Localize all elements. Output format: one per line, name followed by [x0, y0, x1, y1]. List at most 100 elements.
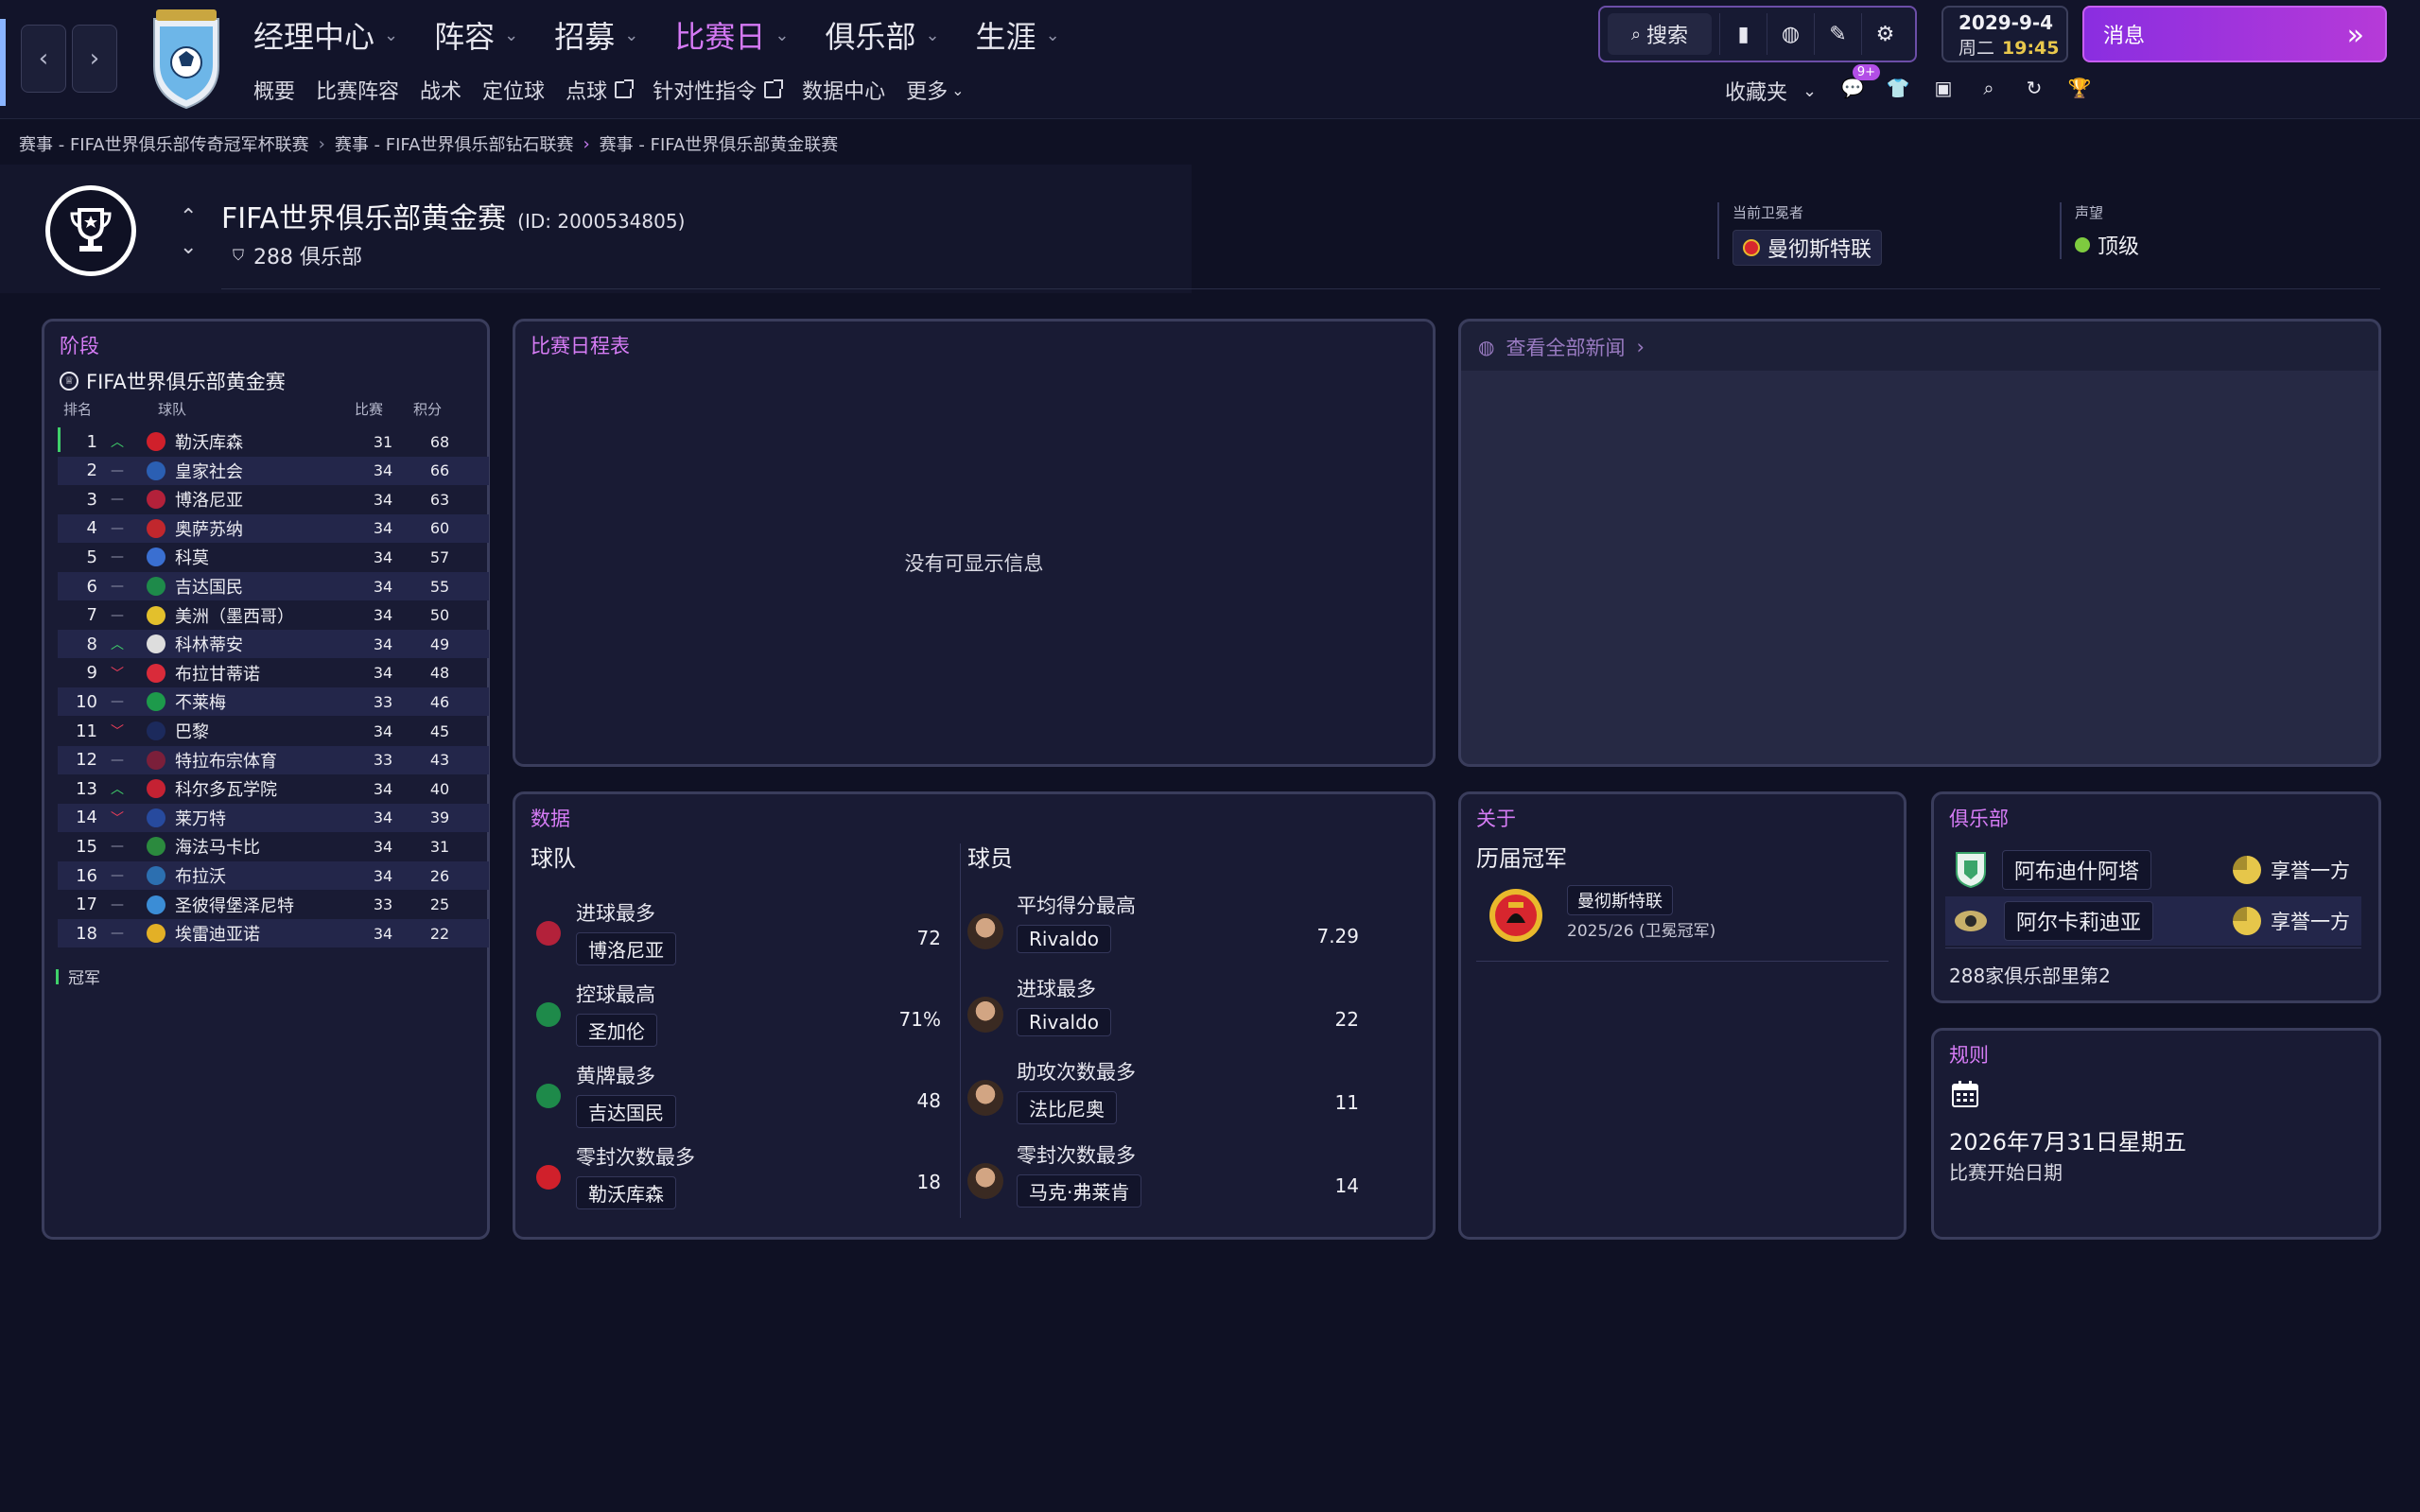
refresh-icon[interactable]: ↻ — [2020, 74, 2048, 102]
team-cell: 勒沃库森 — [175, 433, 243, 453]
subnav-matchday-squad[interactable]: 比赛阵容 — [316, 75, 399, 105]
nav-label: 经理中心 — [253, 19, 375, 55]
subnav-penalties[interactable]: 点球 — [566, 75, 635, 105]
team-logo-icon — [147, 750, 165, 770]
table-row[interactable]: 1 ︿ 勒沃库森 31 68 — [58, 427, 489, 456]
table-row[interactable]: 10 — 不莱梅 33 46 — [58, 687, 489, 717]
stat-label: 黄牌最多 — [576, 1065, 655, 1087]
table-row[interactable]: 4 — 奥萨苏纳 34 60 — [58, 513, 489, 543]
col-points[interactable]: 积分 — [413, 399, 442, 419]
club-name: 阿布迪什阿塔 — [2002, 850, 2152, 890]
champion-name[interactable]: 曼彻斯特联 — [1567, 885, 1673, 915]
table-row[interactable]: 2 — 皇家社会 34 66 — [58, 456, 489, 485]
view-all-news-link[interactable]: ◍ 查看全部新闻 › — [1478, 333, 1645, 361]
chevron-up-icon[interactable]: ⌃ — [180, 202, 197, 233]
table-row[interactable]: 9 ﹀ 布拉甘蒂诺 34 48 — [58, 659, 489, 687]
club-row[interactable]: 阿布迪什阿塔 享誉一方 — [1945, 845, 2361, 895]
rank-cell: 5 — [86, 547, 97, 567]
team-stat[interactable]: 控球最高 圣加伦 71% — [531, 980, 947, 1047]
team-stat[interactable]: 零封次数最多 勒沃库森 18 — [531, 1142, 947, 1209]
legend-label: 冠军 — [68, 969, 100, 988]
table-row[interactable]: 7 — 美洲（墨西哥） 34 50 — [58, 601, 489, 630]
bookmark-icon[interactable]: ▮ — [1719, 13, 1767, 55]
col-played[interactable]: 比赛 — [355, 399, 383, 419]
holder-value[interactable]: 曼彻斯特联 — [1732, 230, 1883, 266]
club-crest-icon[interactable] — [147, 9, 226, 110]
club-logo-icon — [1955, 911, 1987, 931]
inbox-icon[interactable]: ▣ — [1929, 74, 1958, 102]
nav-club[interactable]: 俱乐部 ⌄ — [825, 13, 939, 57]
team-logo-icon — [147, 866, 165, 885]
team-logo-icon — [147, 432, 165, 451]
pen-icon[interactable]: ✎ — [1814, 13, 1861, 55]
competition-name: FIFA世界俱乐部黄金赛 — [221, 202, 507, 235]
col-team[interactable]: 球队 — [158, 399, 186, 419]
subnav-set-pieces[interactable]: 定位球 — [482, 75, 545, 105]
reputation-pie-icon — [2233, 856, 2261, 884]
team-cell: 吉达国民 — [175, 578, 243, 598]
stat-player-name: 马克·弗莱肯 — [1017, 1174, 1142, 1208]
breadcrumb-item[interactable]: 赛事 - FIFA世界俱乐部传奇冠军杯联赛 — [19, 131, 309, 156]
table-row[interactable]: 13 ︿ 科尔多瓦学院 34 40 — [58, 774, 489, 803]
team-stat[interactable]: 进球最多 博洛尼亚 72 — [531, 898, 947, 965]
chat-icon[interactable]: 💬 9+ — [1838, 64, 1880, 102]
nav-career[interactable]: 生涯 ⌄ — [976, 13, 1060, 57]
favorites-dropdown[interactable]: 收藏夹 ⌄ — [1725, 76, 1817, 106]
team-logo-icon — [147, 490, 165, 510]
player-avatar — [967, 913, 1003, 949]
team-stat[interactable]: 黄牌最多 吉达国民 48 — [531, 1061, 947, 1128]
table-row[interactable]: 15 — 海法马卡比 34 31 — [58, 832, 489, 860]
points-cell: 68 — [429, 432, 450, 451]
table-row[interactable]: 14 ﹀ 莱万特 34 39 — [58, 803, 489, 832]
subnav-more[interactable]: 更多 ⌄ — [906, 75, 964, 105]
table-row[interactable]: 5 — 科莫 34 57 — [58, 543, 489, 571]
breadcrumb-item[interactable]: 赛事 - FIFA世界俱乐部钻石联赛 — [335, 131, 574, 156]
table-row[interactable]: 12 — 特拉布宗体育 33 43 — [58, 745, 489, 774]
chevron-down-icon: ⌄ — [384, 25, 399, 45]
shirt-icon[interactable]: 👕 — [1884, 74, 1912, 102]
date-box[interactable]: 2029-9-4 周二 19:45 — [1941, 6, 2068, 62]
table-row[interactable]: 6 — 吉达国民 34 55 — [58, 572, 489, 600]
subnav-overview[interactable]: 概要 — [253, 75, 295, 105]
nav-matchday[interactable]: 比赛日 ⌄ — [674, 13, 789, 57]
nav-squad[interactable]: 阵容 ⌄ — [434, 13, 518, 57]
empty-message: 没有可显示信息 — [904, 552, 1044, 575]
current-date: 2029-9-4 — [1959, 11, 2054, 34]
table-row[interactable]: 11 ﹀ 巴黎 34 45 — [58, 717, 489, 745]
nav-recruitment[interactable]: 招募 ⌄ — [554, 13, 638, 57]
scout-icon[interactable]: ⌕ — [1975, 74, 2003, 102]
player-stat[interactable]: 平均得分最高 Rivaldo 7.29 — [967, 891, 1365, 963]
settings-icon[interactable]: ⚙ — [1861, 13, 1908, 55]
col-rank[interactable]: 排名 — [63, 399, 92, 419]
played-cell: 34 — [373, 924, 393, 943]
team-cell: 博洛尼亚 — [175, 491, 243, 512]
stat-value: 48 — [916, 1089, 941, 1112]
player-stat[interactable]: 零封次数最多 马克·弗莱肯 14 — [967, 1140, 1365, 1212]
no-change-icon: — — [111, 926, 124, 942]
subnav-data-hub[interactable]: 数据中心 — [802, 75, 885, 105]
trophy-icon[interactable]: 🏆 — [2065, 74, 2094, 102]
table-row[interactable]: 3 — 博洛尼亚 34 63 — [58, 485, 489, 513]
table-row[interactable]: 16 — 布拉沃 34 26 — [58, 861, 489, 890]
competition-switcher[interactable]: ⌃ ⌄ — [180, 202, 197, 263]
player-stat[interactable]: 进球最多 Rivaldo 22 — [967, 974, 1365, 1046]
nav-manager-center[interactable]: 经理中心 ⌄ — [253, 13, 398, 57]
messages-button[interactable]: 消息 » — [2082, 6, 2387, 62]
subnav-tactics[interactable]: 战术 — [420, 75, 461, 105]
search-button[interactable]: ⌕ 搜索 — [1608, 13, 1712, 55]
subnav-opposition-instructions[interactable]: 针对性指令 — [653, 75, 784, 105]
played-cell: 33 — [373, 895, 393, 914]
table-row[interactable]: 17 — 圣彼得堡泽尼特 33 25 — [58, 891, 489, 919]
panel-title: 阶段 — [60, 335, 99, 357]
club-row[interactable]: 阿尔卡莉迪亚 享誉一方 — [1945, 896, 2361, 946]
team-logo-icon — [147, 518, 165, 538]
forward-button[interactable]: › — [72, 25, 117, 93]
back-button[interactable]: ‹ — [21, 25, 66, 93]
team-logo-icon — [147, 547, 165, 567]
globe-icon[interactable]: ◍ — [1767, 13, 1814, 55]
chevron-down-icon[interactable]: ⌄ — [180, 233, 197, 263]
player-stat[interactable]: 助攻次数最多 法比尼奥 11 — [967, 1057, 1365, 1129]
table-row[interactable]: 8 ︿ 科林蒂安 34 49 — [58, 630, 489, 659]
table-row[interactable]: 18 — 埃雷迪亚诺 34 22 — [58, 919, 489, 948]
rank-cell: 6 — [86, 576, 97, 597]
